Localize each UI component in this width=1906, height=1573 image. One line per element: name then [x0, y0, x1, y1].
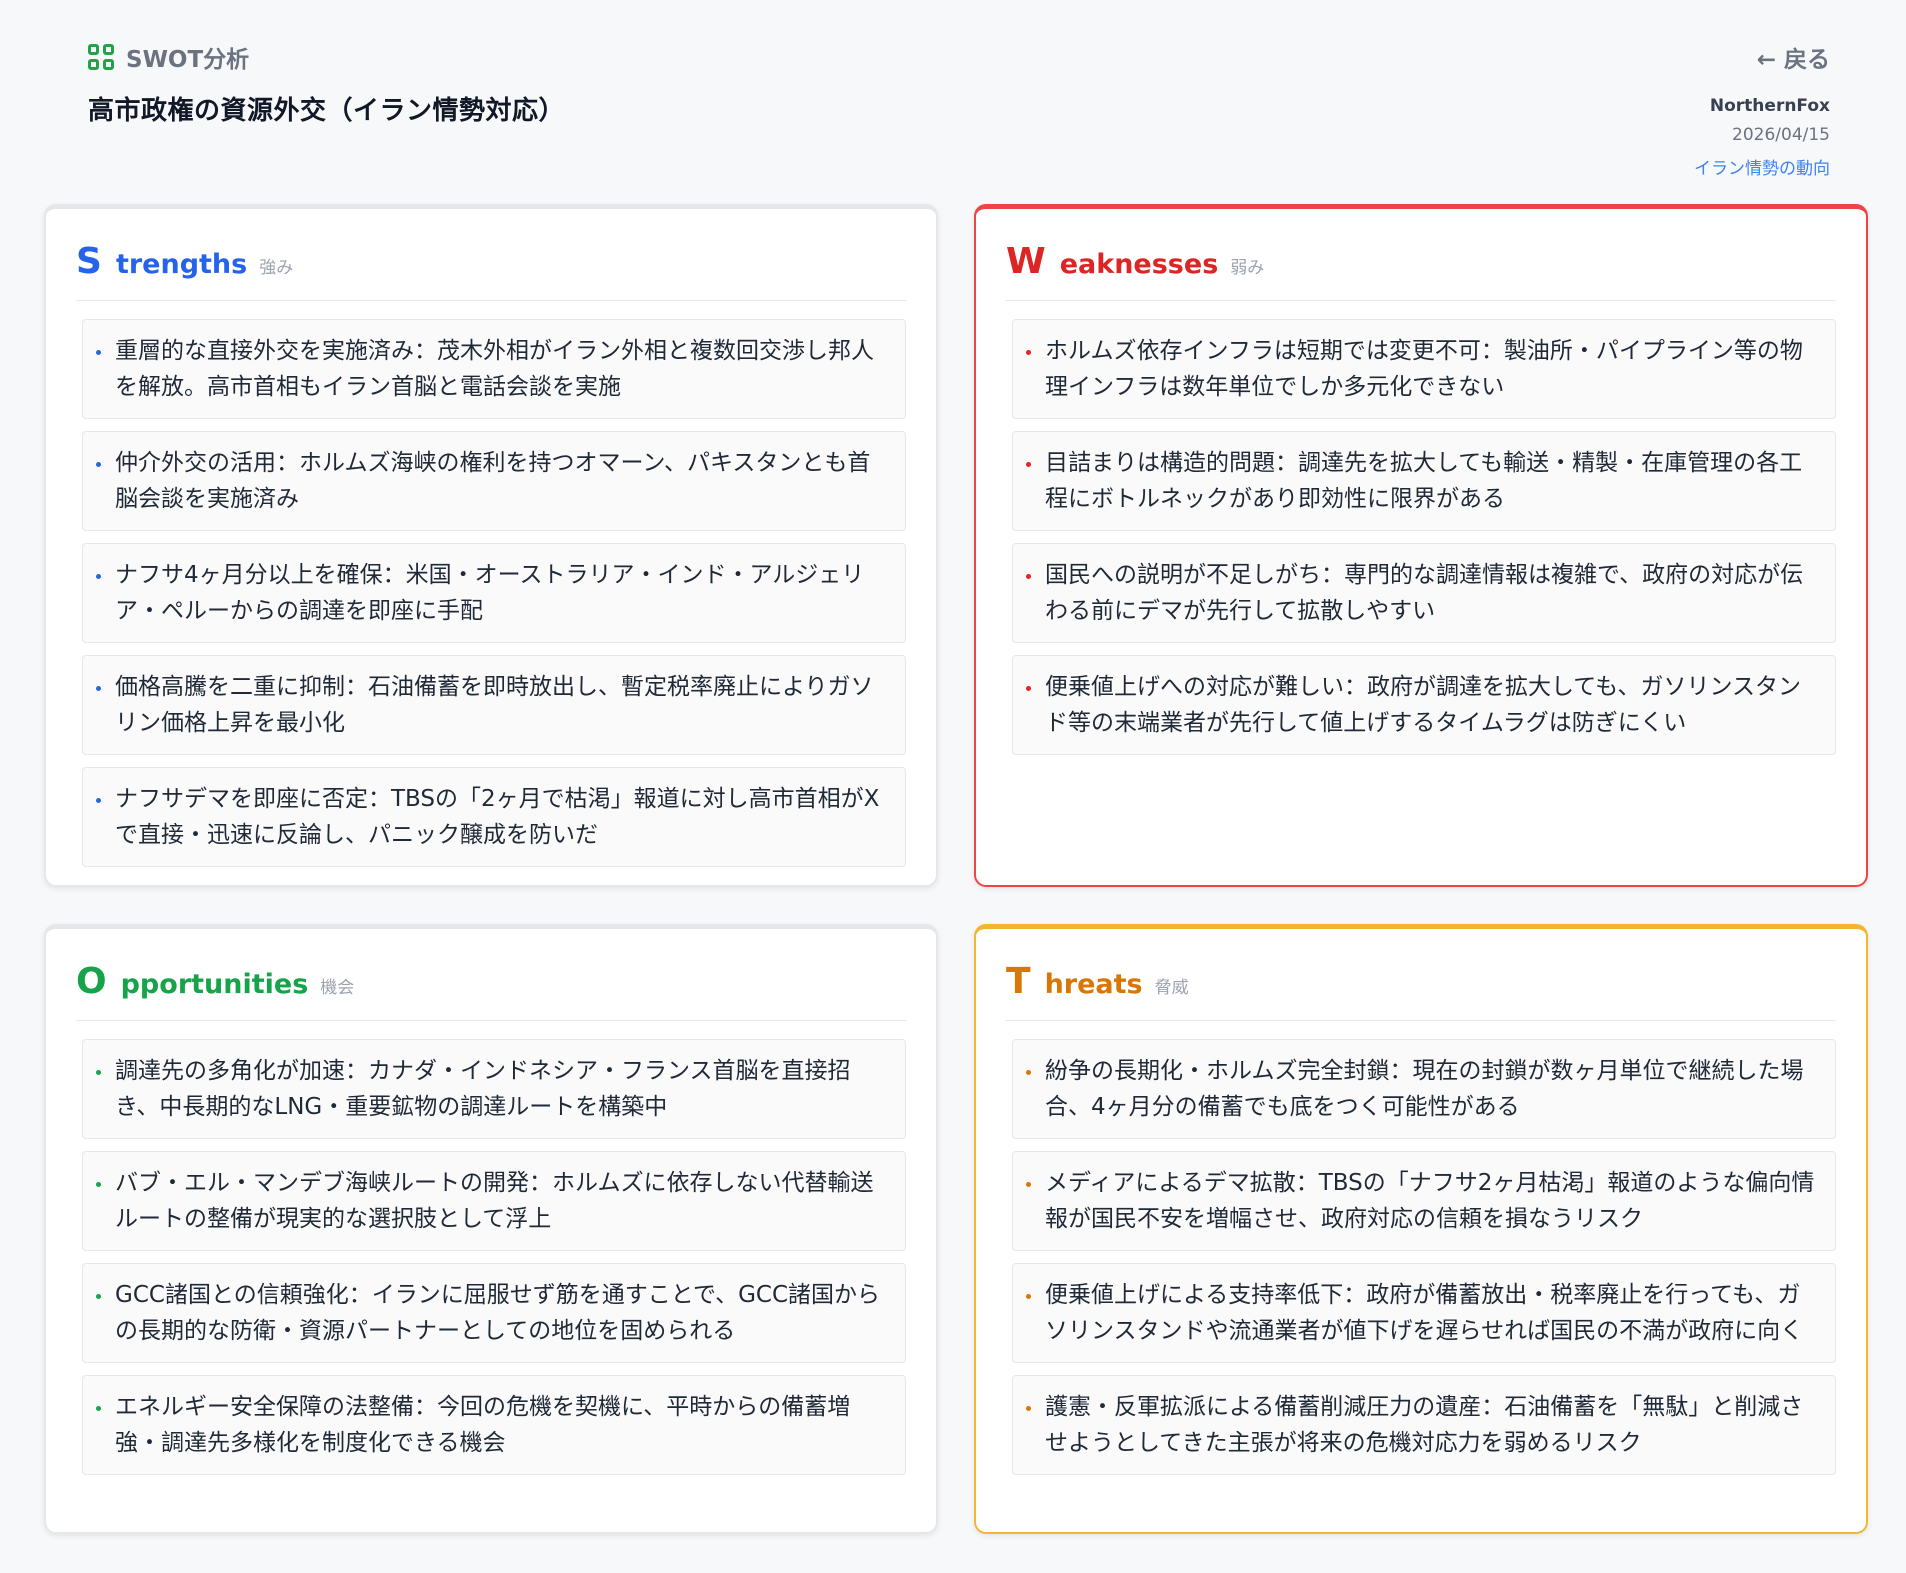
- topic-link[interactable]: イラン情勢の動向: [1694, 154, 1830, 179]
- list-item: ホルムズ依存インフラは短期では変更不可：製油所・パイプライン等の物理インフラは数…: [1012, 319, 1836, 419]
- list-item: 国民への説明が不足しがち：専門的な調達情報は複雑で、政府の対応が伝わる前にデマが…: [1012, 543, 1836, 643]
- list-item: メディアによるデマ拡散：TBSの「ナフサ2ヶ月枯渇」報道のような偏向情報が国民不…: [1012, 1151, 1836, 1251]
- list-item: 仲介外交の活用：ホルムズ海峡の権利を持つオマーン、パキスタンとも首脳会談を実施済…: [82, 431, 906, 531]
- list-item: ナフサ4ヶ月分以上を確保：米国・オーストラリア・インド・アルジェリア・ペルーから…: [82, 543, 906, 643]
- list-item: バブ・エル・マンデブ海峡ルートの開発：ホルムズに依存しない代替輸送ルートの整備が…: [82, 1151, 906, 1251]
- list-item: ナフサデマを即座に否定：TBSの「2ヶ月で枯渇」報道に対し高市首相がXで直接・迅…: [82, 767, 906, 867]
- weaknesses-title: eaknesses: [1059, 249, 1219, 280]
- strengths-panel: S trengths 強み 重層的な直接外交を実施済み：茂木外相がイラン外相と複…: [44, 204, 938, 887]
- opportunities-header: O pportunities 機会: [76, 961, 906, 1021]
- swot-page: SWOT分析 高市政権の資源外交（イラン情勢対応） ← 戻る NorthernF…: [0, 0, 1906, 1573]
- opportunities-list: 調達先の多角化が加速：カナダ・インドネシア・フランス首脳を直接招き、中長期的なL…: [76, 1039, 906, 1475]
- opportunities-jp-label: 機会: [320, 978, 355, 998]
- threats-letter: T: [1006, 961, 1031, 1002]
- weaknesses-list: ホルムズ依存インフラは短期では変更不可：製油所・パイプライン等の物理インフラは数…: [1006, 319, 1836, 755]
- weaknesses-header: W eaknesses 弱み: [1006, 241, 1836, 301]
- list-item: 便乗値上げによる支持率低下：政府が備蓄放出・税率廃止を行っても、ガソリンスタンド…: [1012, 1263, 1836, 1363]
- weaknesses-panel: W eaknesses 弱み ホルムズ依存インフラは短期では変更不可：製油所・パ…: [974, 204, 1868, 887]
- opportunities-letter: O: [76, 961, 107, 1002]
- app-label: SWOT分析: [88, 40, 249, 74]
- strengths-list: 重層的な直接外交を実施済み：茂木外相がイラン外相と複数回交渉し邦人を解放。高市首…: [76, 319, 906, 867]
- list-item: 価格高騰を二重に抑制：石油備蓄を即時放出し、暫定税率廃止によりガソリン価格上昇を…: [82, 655, 906, 755]
- strengths-header: S trengths 強み: [76, 241, 906, 301]
- list-item: 目詰まりは構造的問題：調達先を拡大しても輸送・精製・在庫管理の各工程にボトルネッ…: [1012, 431, 1836, 531]
- list-item: 紛争の長期化・ホルムズ完全封鎖：現在の封鎖が数ヶ月単位で継続した場合、4ヶ月分の…: [1012, 1039, 1836, 1139]
- back-button[interactable]: ← 戻る: [1757, 40, 1830, 74]
- author-name: NorthernFox: [1709, 96, 1830, 116]
- threats-jp-label: 脅威: [1154, 978, 1189, 998]
- threats-title: hreats: [1044, 969, 1143, 1000]
- app-label-text: SWOT分析: [126, 47, 250, 73]
- opportunities-title: pportunities: [120, 969, 309, 1000]
- threats-header: T hreats 脅威: [1006, 961, 1836, 1021]
- header: SWOT分析 高市政権の資源外交（イラン情勢対応） ← 戻る NorthernF…: [44, 0, 1868, 200]
- weaknesses-letter: W: [1006, 241, 1046, 282]
- threats-list: 紛争の長期化・ホルムズ完全封鎖：現在の封鎖が数ヶ月単位で継続した場合、4ヶ月分の…: [1006, 1039, 1836, 1475]
- strengths-letter: S: [76, 241, 102, 282]
- list-item: 重層的な直接外交を実施済み：茂木外相がイラン外相と複数回交渉し邦人を解放。高市首…: [82, 319, 906, 419]
- weaknesses-jp-label: 弱み: [1230, 258, 1265, 278]
- threats-panel: T hreats 脅威 紛争の長期化・ホルムズ完全封鎖：現在の封鎖が数ヶ月単位で…: [974, 924, 1868, 1534]
- opportunities-panel: O pportunities 機会 調達先の多角化が加速：カナダ・インドネシア・…: [44, 924, 938, 1534]
- strengths-jp-label: 強み: [259, 258, 294, 278]
- post-date: 2026/04/15: [1732, 125, 1830, 145]
- list-item: 便乗値上げへの対応が難しい：政府が調達を拡大しても、ガソリンスタンド等の末端業者…: [1012, 655, 1836, 755]
- strengths-title: trengths: [115, 249, 248, 280]
- grid-icon: [88, 44, 114, 70]
- page-title: 高市政権の資源外交（イラン情勢対応）: [88, 96, 566, 126]
- meta-info: NorthernFox 2026/04/15 イラン情勢の動向: [1694, 96, 1830, 179]
- list-item: GCC諸国との信頼強化：イランに屈服せず筋を通すことで、GCC諸国からの長期的な…: [82, 1263, 906, 1363]
- list-item: 調達先の多角化が加速：カナダ・インドネシア・フランス首脳を直接招き、中長期的なL…: [82, 1039, 906, 1139]
- list-item: エネルギー安全保障の法整備：今回の危機を契機に、平時からの備蓄増強・調達先多様化…: [82, 1375, 906, 1475]
- list-item: 護憲・反軍拡派による備蓄削減圧力の遺産：石油備蓄を「無駄」と削減させようとしてき…: [1012, 1375, 1836, 1475]
